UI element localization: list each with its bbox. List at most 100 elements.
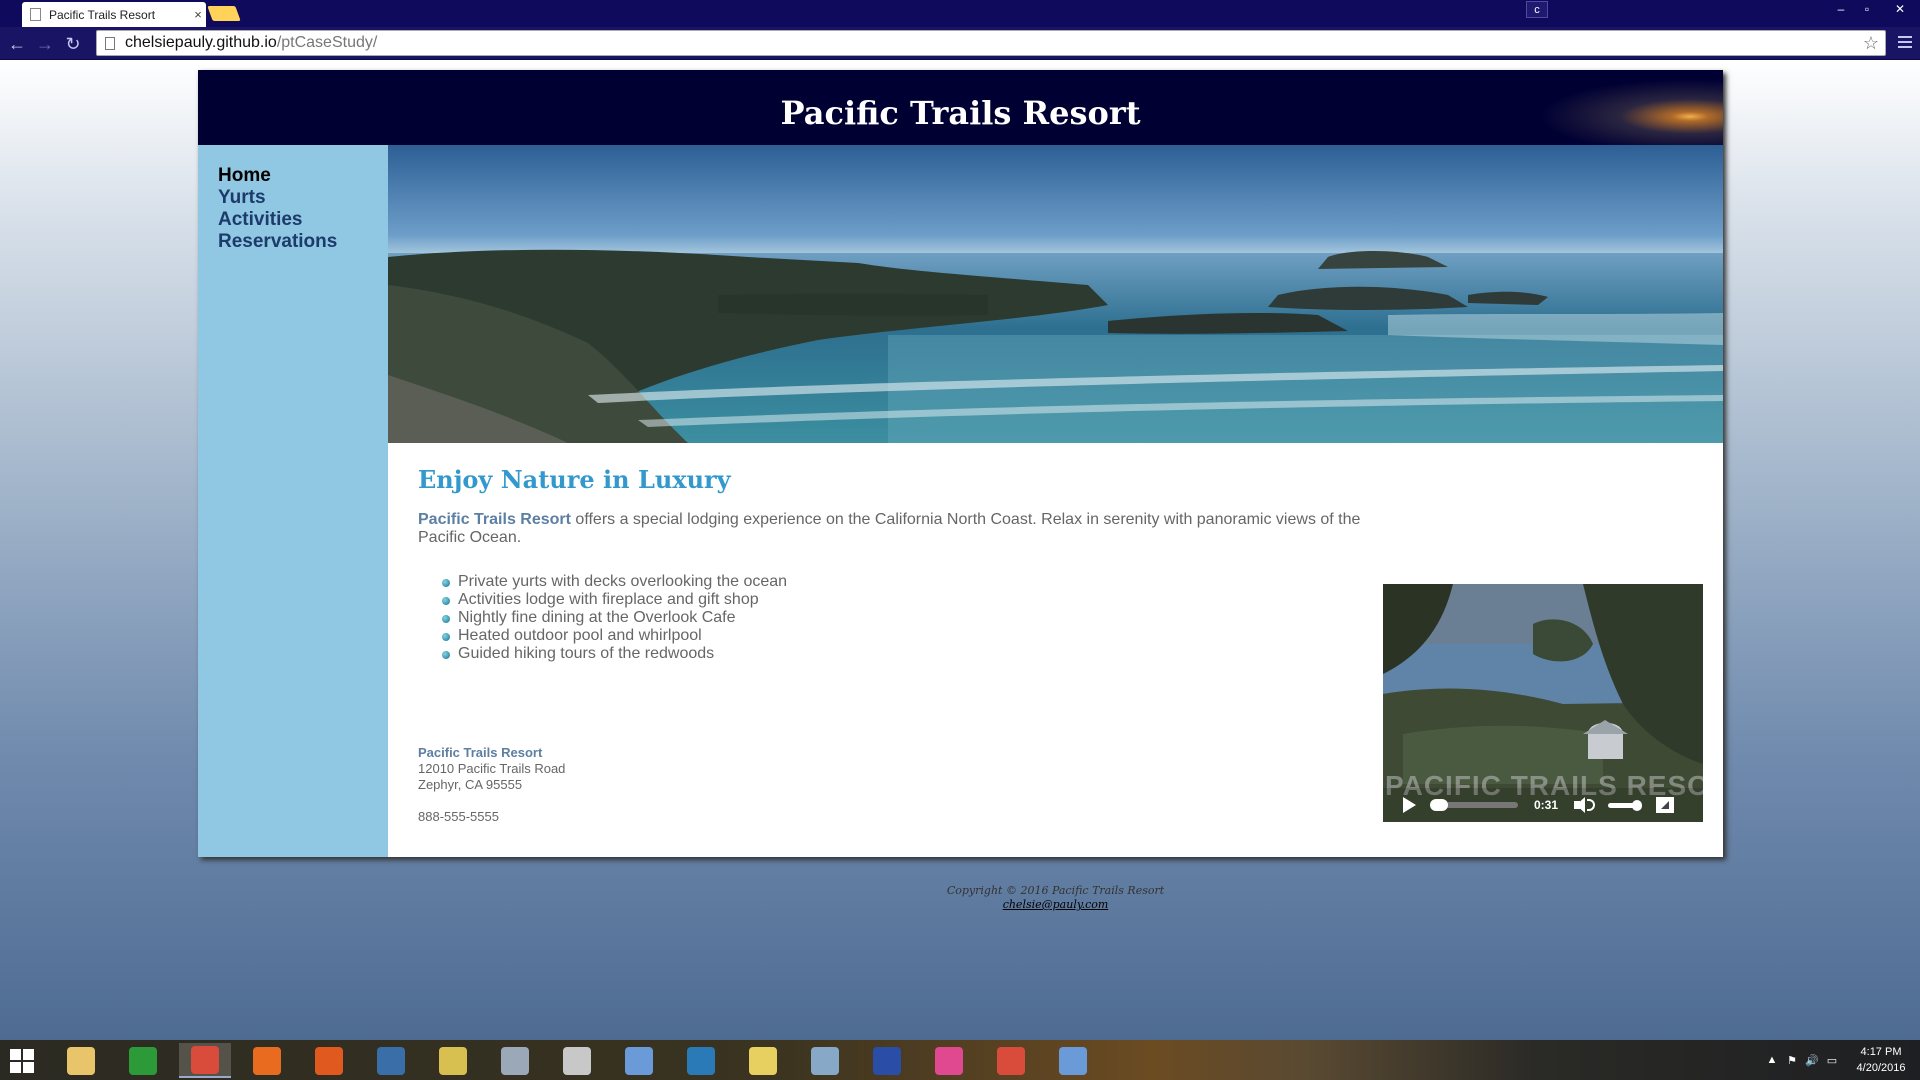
app-palette-icon — [811, 1046, 839, 1075]
chrome-icon — [191, 1045, 219, 1074]
app-python-icon — [377, 1046, 405, 1075]
browser-titlebar: Pacific Trails Resort × c – ▫ ✕ — [0, 0, 1920, 27]
taskbar-app[interactable] — [675, 1043, 727, 1078]
taskbar-app[interactable] — [737, 1043, 789, 1078]
browser-toolbar: ← → ↻ chelsiepauly.github.io/ptCaseStudy… — [0, 27, 1920, 60]
video-time: 0:31 — [1534, 798, 1559, 812]
app-triad-icon — [315, 1046, 343, 1075]
taskbar-app[interactable] — [241, 1043, 293, 1078]
contact-name: Pacific Trails Resort — [418, 745, 543, 760]
list-item: Activities lodge with fireplace and gift… — [441, 591, 787, 609]
feature-list: Private yurts with decks overlooking the… — [441, 573, 788, 663]
taskbar-app[interactable] — [861, 1043, 913, 1078]
footer-email-link[interactable]: chelsie@pauly.com — [1003, 898, 1109, 911]
app-n-icon — [687, 1046, 715, 1075]
taskbar-app[interactable] — [613, 1043, 665, 1078]
taskbar-clock[interactable]: 4:17 PM 4/20/2016 — [1842, 1044, 1920, 1076]
seek-knob[interactable] — [1430, 799, 1448, 811]
minimize-icon[interactable]: – — [1828, 0, 1854, 18]
forward-icon[interactable]: → — [34, 33, 56, 55]
site-nav: Home Yurts Activities Reservations — [218, 165, 337, 253]
profile-badge[interactable]: c — [1526, 1, 1548, 18]
site-footer: Copyright © 2016 Pacific Trails Resort c… — [388, 884, 1723, 912]
taskbar-app[interactable] — [985, 1043, 1037, 1078]
taskbar-app[interactable] — [923, 1043, 975, 1078]
coastline-hero-image — [388, 145, 1723, 443]
app-paint-icon — [625, 1046, 653, 1075]
taskbar-app[interactable] — [365, 1043, 417, 1078]
new-tab-button[interactable] — [207, 6, 241, 21]
taskbar-app[interactable] — [117, 1043, 169, 1078]
store-icon — [129, 1046, 157, 1075]
control-panel-icon — [1059, 1046, 1087, 1075]
fullscreen-icon[interactable] — [1656, 797, 1675, 813]
chrome-icon — [997, 1046, 1025, 1075]
page-icon — [30, 8, 41, 21]
nav-link-reservations[interactable]: Reservations — [218, 231, 337, 253]
taskbar-app[interactable] — [427, 1043, 479, 1078]
network-icon[interactable]: ▭ — [1822, 1054, 1842, 1067]
nav-link-home[interactable]: Home — [218, 165, 337, 187]
taskbar-app[interactable] — [179, 1043, 231, 1078]
volume-icon[interactable] — [1574, 796, 1596, 814]
list-item: Nightly fine dining at the Overlook Cafe — [441, 609, 787, 627]
clock-date: 4/20/2016 — [1856, 1062, 1906, 1074]
taskbar-app[interactable] — [303, 1043, 355, 1078]
nav-link-activities[interactable]: Activities — [218, 209, 337, 231]
page-viewport: Pacific Trails Resort Home Yurts Activit… — [0, 60, 1920, 1040]
site-title: Pacific Trails Resort — [780, 94, 1141, 132]
itunes-icon — [935, 1046, 963, 1075]
list-item: Private yurts with decks overlooking the… — [441, 573, 788, 590]
file-explorer-icon — [67, 1046, 95, 1075]
contact-address: Pacific Trails Resort 12010 Pacific Trai… — [418, 745, 565, 793]
contact-city: Zephyr, CA 95555 — [418, 777, 523, 792]
taskbar-app[interactable] — [551, 1043, 603, 1078]
taskbar-app[interactable] — [799, 1043, 851, 1078]
contact-street: 12010 Pacific Trails Road — [418, 761, 566, 776]
taskbar-app[interactable] — [1047, 1043, 1099, 1078]
intro-brand: Pacific Trails Resort — [418, 511, 571, 528]
show-hidden-icons-icon[interactable]: ▲ — [1762, 1054, 1782, 1066]
system-tray: ▲ ⚑ 🔊 ▭ 4:17 PM 4/20/2016 — [1762, 1040, 1920, 1080]
windows-taskbar: ▲ ⚑ 🔊 ▭ 4:17 PM 4/20/2016 — [0, 1040, 1920, 1080]
firefox-icon — [253, 1046, 281, 1075]
volume-slider[interactable] — [1608, 799, 1643, 811]
main-content: Enjoy Nature in Luxury Pacific Trails Re… — [388, 145, 1723, 911]
bookmark-star-icon[interactable]: ☆ — [1863, 33, 1879, 54]
contact-phone: 888-555-5555 — [418, 809, 499, 824]
visual-studio-icon — [873, 1046, 901, 1075]
reload-icon[interactable]: ↻ — [62, 33, 84, 55]
list-item: Heated outdoor pool and whirlpool — [441, 627, 787, 645]
tab-title: Pacific Trails Resort — [49, 7, 156, 22]
app-folder-icon — [749, 1046, 777, 1075]
taskbar-app[interactable] — [489, 1043, 541, 1078]
resort-video-player[interactable]: PACIFIC TRAILS RESORT 0:31 — [1383, 584, 1703, 822]
page-heading: Enjoy Nature in Luxury — [418, 465, 731, 494]
restore-icon[interactable]: ▫ — [1854, 0, 1880, 18]
browser-menu-icon[interactable] — [1898, 33, 1912, 53]
site-header: Pacific Trails Resort — [198, 70, 1723, 145]
volume-tray-icon[interactable]: 🔊 — [1802, 1054, 1822, 1067]
video-controls: 0:31 — [1383, 788, 1703, 822]
site-wrapper: Pacific Trails Resort Home Yurts Activit… — [198, 70, 1723, 911]
nav-link-yurts[interactable]: Yurts — [218, 187, 337, 209]
intro-paragraph: Pacific Trails Resort offers a special l… — [418, 511, 1368, 547]
tab-close-icon[interactable]: × — [190, 7, 206, 22]
window-controls: – ▫ ✕ — [1828, 0, 1920, 18]
volume-knob[interactable] — [1632, 799, 1643, 811]
start-button[interactable] — [10, 1049, 34, 1073]
play-icon[interactable] — [1403, 797, 1416, 813]
video-seek-slider[interactable] — [1430, 799, 1518, 811]
url-host: chelsiepauly.github.io — [125, 34, 277, 51]
list-item: Guided hiking tours of the redwoods — [441, 645, 787, 663]
address-bar[interactable]: chelsiepauly.github.io/ptCaseStudy/ ☆ — [96, 30, 1886, 56]
app-editor-icon — [563, 1046, 591, 1075]
page-info-icon[interactable] — [105, 36, 115, 50]
url-path: /ptCaseStudy/ — [276, 34, 378, 51]
close-window-icon[interactable]: ✕ — [1880, 0, 1920, 18]
back-icon[interactable]: ← — [6, 33, 28, 55]
taskbar-app[interactable] — [55, 1043, 107, 1078]
clock-time: 4:17 PM — [1860, 1046, 1902, 1058]
browser-tab[interactable]: Pacific Trails Resort × — [22, 2, 206, 27]
action-center-flag-icon[interactable]: ⚑ — [1782, 1054, 1802, 1067]
